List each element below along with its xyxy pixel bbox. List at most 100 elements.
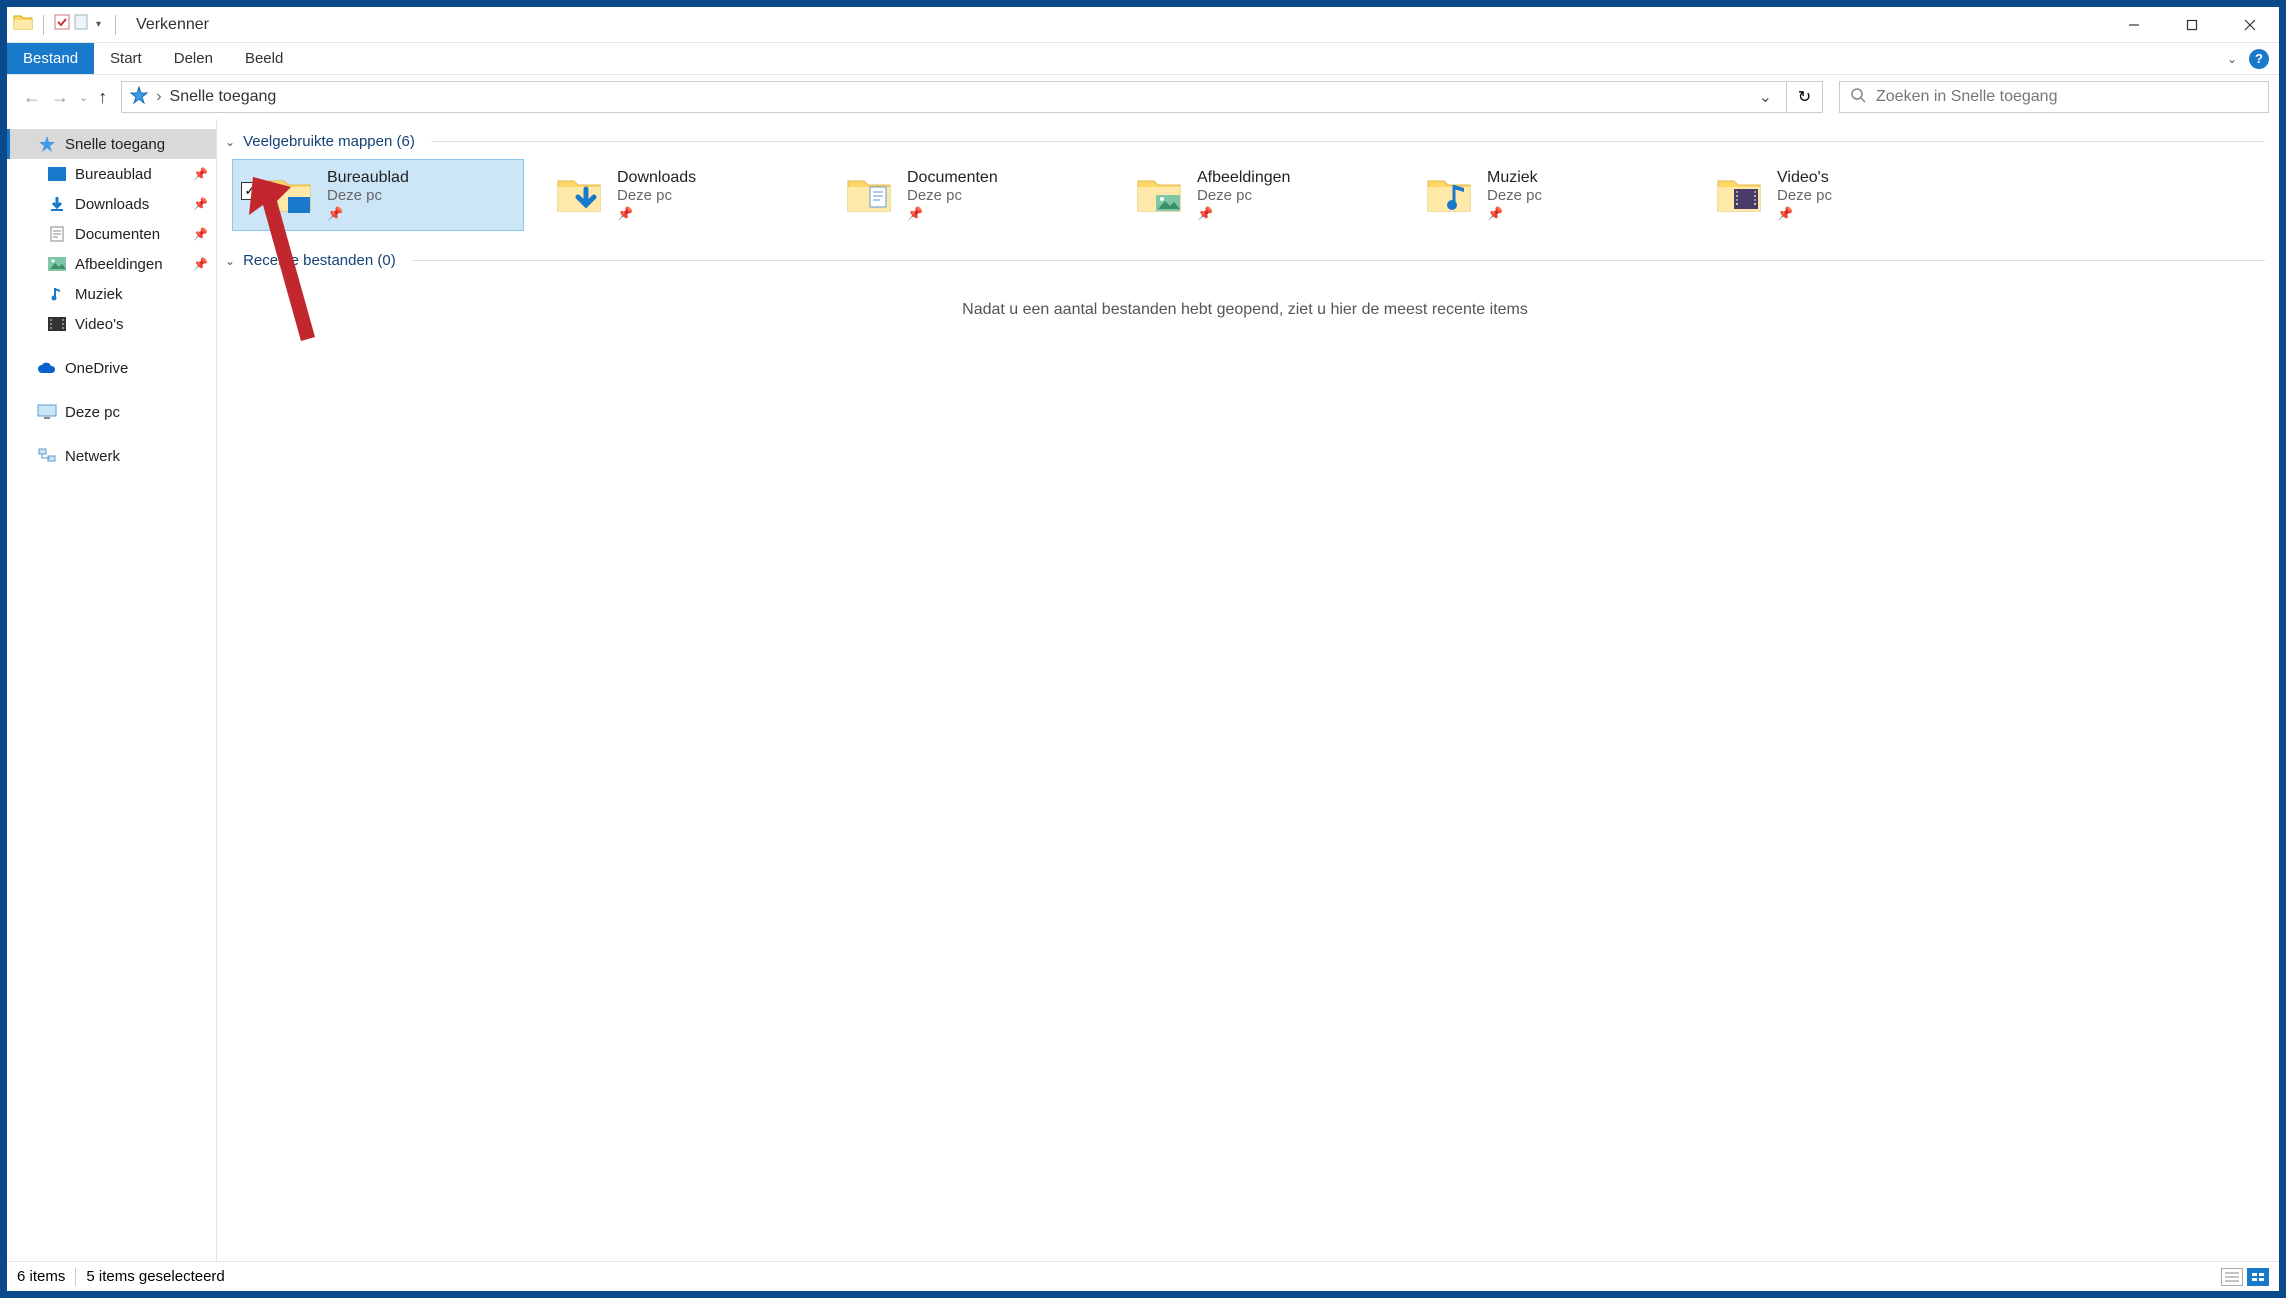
minimize-button[interactable] — [2105, 7, 2163, 43]
help-button[interactable]: ? — [2249, 49, 2269, 69]
pin-icon: 📌 — [327, 206, 409, 222]
pin-icon: 📌 — [1197, 206, 1290, 222]
sidebar-item-downloads[interactable]: Downloads 📌 — [7, 189, 216, 219]
folder-tile[interactable]: ✓AfbeeldingenDeze pc📌 — [1103, 160, 1393, 230]
tab-file[interactable]: Bestand — [7, 43, 94, 74]
sidebar-label: OneDrive — [65, 360, 128, 377]
desktop-icon — [47, 164, 67, 184]
status-bar: 6 items 5 items geselecteerd — [7, 1261, 2279, 1291]
status-selected-count: 5 items geselecteerd — [86, 1268, 224, 1285]
folder-name: Bureaublad — [327, 169, 409, 187]
title-bar: ▾ Verkenner — [7, 7, 2279, 43]
nav-buttons: ← → ⌄ ↑ — [17, 87, 113, 108]
close-button[interactable] — [2221, 7, 2279, 43]
folder-icon — [1423, 169, 1475, 221]
folder-location: Deze pc — [1487, 187, 1542, 204]
search-icon — [1850, 87, 1866, 108]
sidebar-item-label: Documenten — [75, 226, 160, 243]
pin-icon: 📌 — [193, 227, 208, 241]
sidebar-quick-access[interactable]: Snelle toegang — [7, 129, 216, 159]
folder-icon — [263, 169, 315, 221]
network-icon — [37, 446, 57, 466]
sidebar-network[interactable]: Netwerk — [7, 441, 216, 471]
tab-share[interactable]: Delen — [158, 43, 229, 74]
pin-icon: 📌 — [193, 257, 208, 271]
recent-empty-message: Nadat u een aantal bestanden hebt geopen… — [225, 273, 2265, 347]
folder-name: Downloads — [617, 169, 696, 187]
forward-button[interactable]: → — [51, 87, 69, 108]
folder-tile[interactable]: ✓DocumentenDeze pc📌 — [813, 160, 1103, 230]
sidebar-thispc[interactable]: Deze pc — [7, 397, 216, 427]
folder-location: Deze pc — [907, 187, 998, 204]
chevron-down-icon: ⌄ — [225, 254, 235, 268]
breadcrumb-item[interactable]: Snelle toegang — [170, 88, 277, 106]
navigation-pane: Snelle toegang Bureaublad 📌 Downloads 📌 … — [7, 119, 217, 1261]
breadcrumb-separator: › — [156, 88, 161, 106]
tab-view[interactable]: Beeld — [229, 43, 299, 74]
ribbon-tabs: Bestand Start Delen Beeld ⌄ ? — [7, 43, 2279, 75]
properties-icon[interactable] — [54, 14, 70, 35]
search-placeholder: Zoeken in Snelle toegang — [1876, 88, 2057, 106]
folder-location: Deze pc — [1197, 187, 1290, 204]
section-frequent-folders[interactable]: ⌄ Veelgebruikte mappen (6) — [225, 129, 2265, 154]
address-bar[interactable]: › Snelle toegang ⌄ — [121, 81, 1787, 113]
sidebar-item-documents[interactable]: Documenten 📌 — [7, 219, 216, 249]
divider — [115, 15, 116, 35]
refresh-button[interactable]: ↻ — [1787, 81, 1823, 113]
ribbon-collapse-icon[interactable]: ⌄ — [2223, 48, 2241, 70]
chevron-down-icon: ⌄ — [225, 135, 235, 149]
sidebar-item-label: Afbeeldingen — [75, 256, 163, 273]
checkbox-icon[interactable]: ✓ — [241, 182, 259, 200]
qat-dropdown-icon[interactable]: ▾ — [92, 19, 105, 30]
sidebar-onedrive[interactable]: OneDrive — [7, 353, 216, 383]
address-row: ← → ⌄ ↑ › Snelle toegang ⌄ ↻ Zoeken in S… — [7, 75, 2279, 119]
explorer-app-icon — [13, 13, 33, 36]
folder-tile[interactable]: ✓DownloadsDeze pc📌 — [523, 160, 813, 230]
back-button[interactable]: ← — [23, 87, 41, 108]
explorer-window: ▾ Verkenner Bestand Start Delen Beeld ⌄ … — [6, 6, 2280, 1292]
folder-location: Deze pc — [327, 187, 409, 204]
recent-locations-dropdown[interactable]: ⌄ — [79, 91, 88, 104]
pin-icon: 📌 — [617, 206, 696, 222]
maximize-button[interactable] — [2163, 7, 2221, 43]
sidebar-item-label: Bureaublad — [75, 166, 152, 183]
divider — [431, 141, 2265, 142]
folder-location: Deze pc — [1777, 187, 1832, 204]
videos-icon — [47, 314, 67, 334]
divider — [75, 1268, 76, 1286]
music-icon — [47, 284, 67, 304]
documents-icon — [47, 224, 67, 244]
sidebar-item-label: Video's — [75, 316, 123, 333]
sidebar-label: Deze pc — [65, 404, 120, 421]
folder-name: Afbeeldingen — [1197, 169, 1290, 187]
view-toggle — [2221, 1268, 2269, 1286]
tiles-view-button[interactable] — [2247, 1268, 2269, 1286]
details-view-button[interactable] — [2221, 1268, 2243, 1286]
sidebar-item-music[interactable]: Muziek — [7, 279, 216, 309]
pin-icon: 📌 — [193, 197, 208, 211]
sidebar-item-desktop[interactable]: Bureaublad 📌 — [7, 159, 216, 189]
star-icon — [37, 134, 57, 154]
up-button[interactable]: ↑ — [98, 87, 107, 108]
sidebar-item-label: Downloads — [75, 196, 149, 213]
new-folder-icon[interactable] — [74, 14, 88, 35]
section-recent-files[interactable]: ⌄ Recente bestanden (0) — [225, 248, 2265, 273]
downloads-icon — [47, 194, 67, 214]
folder-tile[interactable]: ✓MuziekDeze pc📌 — [1393, 160, 1683, 230]
folder-tile[interactable]: ✓Video'sDeze pc📌 — [1683, 160, 1973, 230]
folder-icon — [843, 169, 895, 221]
address-dropdown-icon[interactable]: ⌄ — [1753, 87, 1778, 107]
folder-location: Deze pc — [617, 187, 696, 204]
pin-icon: 📌 — [1777, 206, 1832, 222]
sidebar-item-pictures[interactable]: Afbeeldingen 📌 — [7, 249, 216, 279]
folder-tile[interactable]: ✓ BureaubladDeze pc 📌 — [233, 160, 523, 230]
pictures-icon — [47, 254, 67, 274]
sidebar-item-videos[interactable]: Video's — [7, 309, 216, 339]
search-box[interactable]: Zoeken in Snelle toegang — [1839, 81, 2269, 113]
tab-start[interactable]: Start — [94, 43, 158, 74]
divider — [412, 260, 2265, 261]
quick-access-star-icon — [130, 86, 148, 109]
folder-name: Video's — [1777, 169, 1832, 187]
sidebar-label: Netwerk — [65, 448, 120, 465]
onedrive-icon — [37, 358, 57, 378]
